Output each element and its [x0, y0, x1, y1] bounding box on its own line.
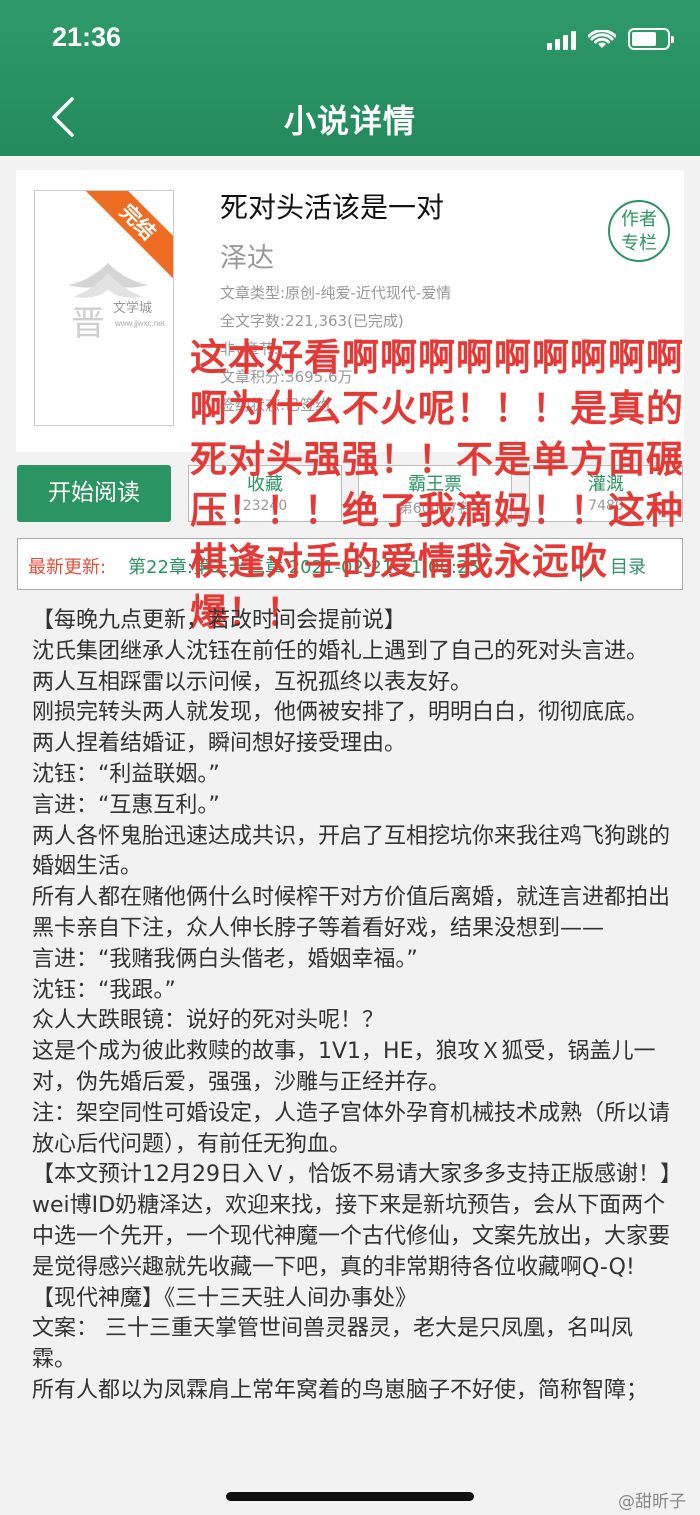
annotation-overlay-text: 这本好看啊啊啊啊啊啊啊啊啊啊为什么不火呢！！！是真的死对头强强！！不是单方面碾压… [190, 336, 684, 634]
book-author[interactable]: 泽达 [220, 236, 274, 275]
synopsis-paragraph: 沈氏集团继承人沈钰在前任的婚礼上遇到了自己的死对头言进。 [32, 638, 649, 664]
battery-icon [628, 28, 674, 50]
status-icons [547, 28, 674, 50]
cover-url: www.jjwxc.net [115, 319, 165, 328]
book-cover[interactable]: 完结 晋 文学城 www.jjwxc.net [34, 190, 174, 426]
svg-text:晋: 晋 [71, 304, 105, 343]
synopsis-paragraph: 所有人都以为凤霖肩上常年窝着的鸟崽脑子不好使，简称智障； [32, 1377, 649, 1403]
synopsis-paragraph: 刚损完转头两人就发现，他俩被安排了，明明白白，彻彻底底。 [32, 700, 649, 726]
book-type: 文章类型:原创-纯爱-近代现代-爱情 [220, 284, 452, 302]
synopsis-paragraph: 【每晚九点更新，若改时间会提前说】 [32, 608, 407, 633]
book-word-count: 全文字数:221,363(已完成) [220, 312, 404, 330]
synopsis-paragraph: 注：架空同性可婚设定，人造子宫体外孕育机械技术成熟（所以请放心后代问题），有前任… [32, 1100, 671, 1157]
signal-icon [547, 31, 576, 50]
top-bar: 21:36 小说详情 [0, 0, 700, 156]
synopsis-paragraph: 两人捏着结婚证，瞬间想好接受理由。 [32, 731, 407, 757]
wifi-icon [588, 30, 616, 48]
author-column-label-1: 作者 [621, 209, 657, 230]
synopsis-paragraph: 沈钰：“利益联姻。” [32, 761, 220, 787]
synopsis-paragraph: 两人互相踩雷以示问候，互祝孤终以表友好。 [32, 669, 473, 695]
synopsis-paragraph: 【本文预计12月29日入Ｖ，恰饭不易请大家多多支持正版感谢！】 [32, 1162, 682, 1188]
page-title: 小说详情 [283, 102, 416, 140]
synopsis-paragraph: 沈钰：“我跟。” [32, 977, 176, 1003]
synopsis-paragraph: 文案： 三十三重天掌管世间兽灵器灵，老大是只凤凰，名叫凤霖。 [32, 1316, 633, 1373]
synopsis-paragraph: 言进：“我赌我俩白头偕老，婚姻幸福。” [32, 946, 418, 972]
synopsis-paragraph: 【现代神魔】《三十三天驻人间办事处》 [32, 1285, 418, 1311]
start-reading-button[interactable]: 开始阅读 [17, 465, 171, 522]
status-time: 21:36 [52, 22, 122, 52]
synopsis-paragraph: 两人各怀鬼胎迅速达成共识，开启了互相挖坑你来我往鸡飞狗跳的婚姻生活。 [32, 823, 671, 880]
weibo-watermark: @甜昕子 [618, 1492, 686, 1512]
author-column-button[interactable]: 作者 专栏 [608, 200, 670, 262]
cover-brand: 文学城 [113, 301, 153, 316]
synopsis-paragraph: 言进：“互惠互利。” [32, 792, 220, 818]
home-indicator[interactable] [226, 1492, 474, 1501]
author-column-label-2: 专栏 [621, 233, 657, 254]
latest-update-label: 最新更新: [28, 557, 107, 578]
book-synopsis: 【每晚九点更新，若改时间会提前说】 沈氏集团继承人沈钰在前任的婚礼上遇到了自己的… [32, 606, 682, 1407]
synopsis-paragraph: 所有人都在赌他俩什么时候榨干对方价值后离婚，就连言进都拍出黑卡亲自下注，众人伸长… [32, 885, 671, 941]
synopsis-paragraph: 众人大跌眼镜：说好的死对头呢！？ [32, 1008, 385, 1034]
book-title: 死对头活该是一对 [220, 191, 445, 224]
synopsis-paragraph: 这是个成为彼此救赎的故事，1V1，HE，狼攻Ｘ狐受，锅盖儿一对，伪先婚后爱，强强… [32, 1039, 656, 1095]
synopsis-paragraph: wei博ID奶糖泽达，欢迎来找，接下来是新坑预告，会从下面两个中选一个先开，一个… [32, 1193, 671, 1280]
